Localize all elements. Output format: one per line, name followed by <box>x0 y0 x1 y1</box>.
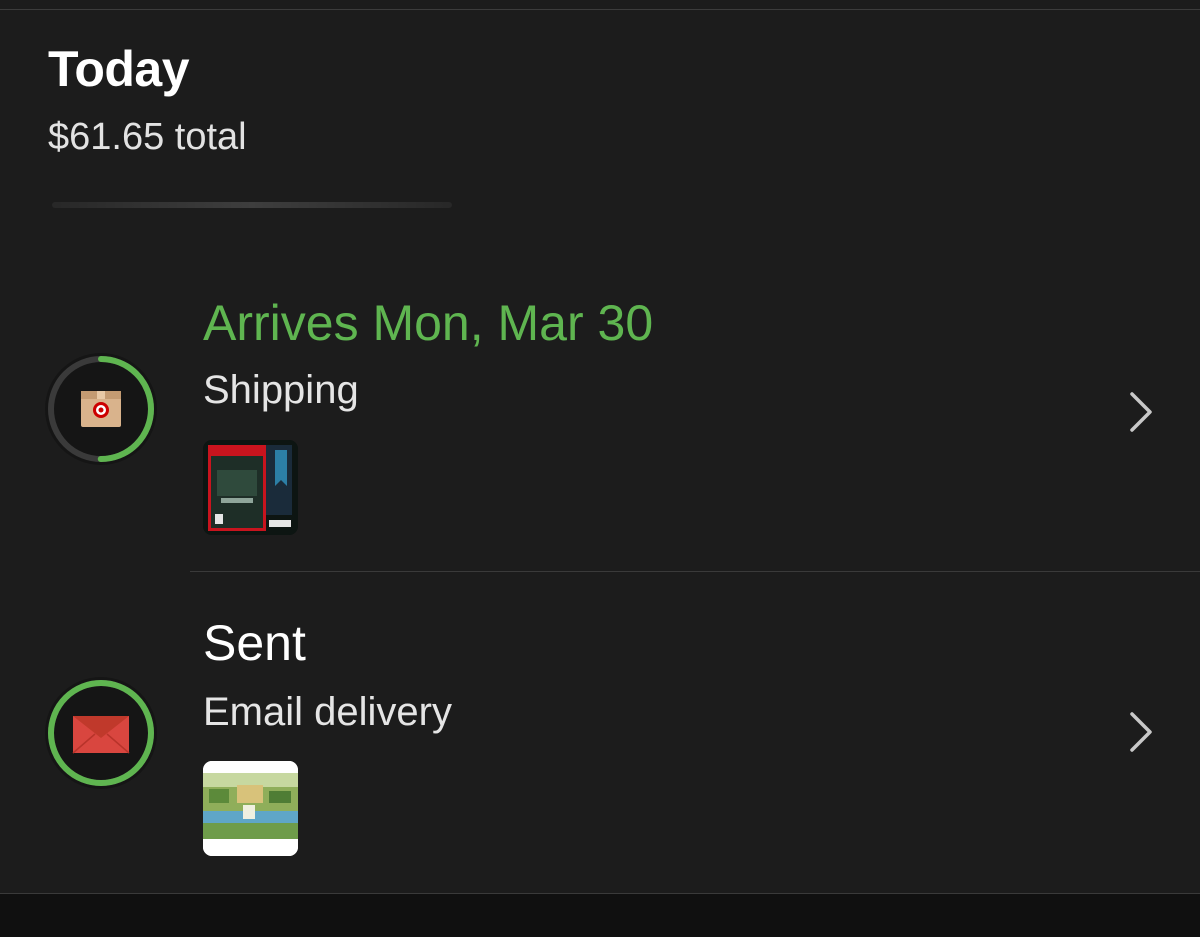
email-progress-ring <box>44 676 158 790</box>
envelope-icon <box>72 716 130 754</box>
order-row-shipping[interactable]: Arrives Mon, Mar 30 Shipping <box>0 260 1200 572</box>
delivery-method: Shipping <box>203 368 359 412</box>
delivery-method: Email delivery <box>203 690 452 734</box>
top-divider <box>0 9 1200 10</box>
order-total: $61.65 total <box>48 116 247 158</box>
email-status: Sent <box>203 615 306 671</box>
chevron-right-icon[interactable] <box>1122 388 1160 436</box>
page-title: Today <box>48 41 190 97</box>
product-thumbnail <box>203 761 298 856</box>
shipping-status: Arrives Mon, Mar 30 <box>203 295 654 351</box>
redacted-detail <box>52 202 452 208</box>
order-row-email[interactable]: Sent Email delivery <box>0 572 1200 894</box>
chevron-right-icon[interactable] <box>1122 708 1160 756</box>
product-thumbnail <box>203 440 298 535</box>
shipping-progress-ring <box>44 352 158 466</box>
bottom-bar <box>0 894 1200 937</box>
target-box-icon <box>81 391 121 427</box>
